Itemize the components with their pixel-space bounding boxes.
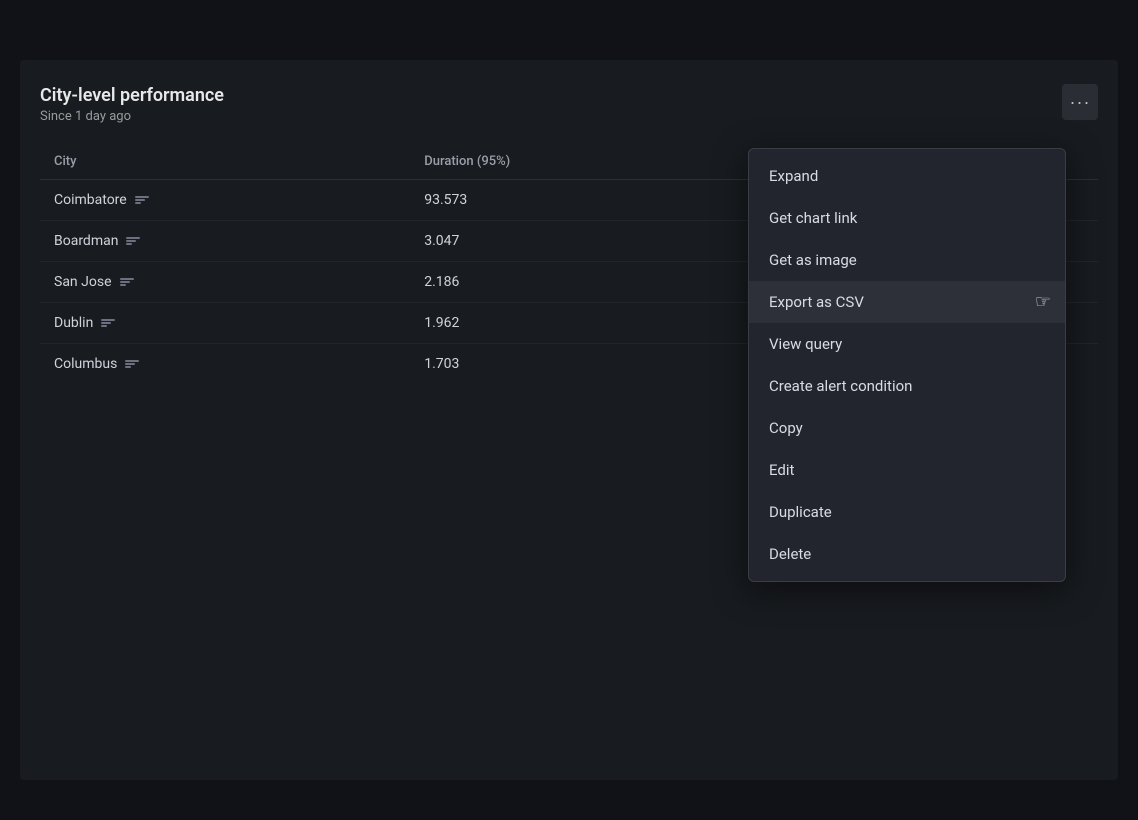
ellipsis-icon: ··· — [1070, 92, 1091, 113]
d95-cell: 1.703 — [410, 344, 754, 385]
d95-cell: 2.186 — [410, 262, 754, 303]
panel-header: City-level performance Since 1 day ago ·… — [40, 84, 1098, 124]
city-cell: Boardman — [40, 221, 410, 262]
panel-title: City-level performance — [40, 84, 224, 107]
context-menu-item-export-as-csv[interactable]: Export as CSV☞ — [749, 281, 1065, 323]
city-name: Columbus — [54, 356, 117, 372]
filter-icon[interactable] — [126, 237, 140, 245]
panel-title-group: City-level performance Since 1 day ago — [40, 84, 224, 124]
cursor-pointer-icon: ☞ — [1035, 292, 1051, 313]
d95-cell: 93.573 — [410, 180, 754, 221]
context-menu-item-edit[interactable]: Edit — [749, 449, 1065, 491]
context-menu-item-get-as-image[interactable]: Get as image — [749, 239, 1065, 281]
city-cell: San Jose — [40, 262, 410, 303]
city-cell: Dublin — [40, 303, 410, 344]
city-cell: Columbus — [40, 344, 410, 385]
filter-icon[interactable] — [120, 278, 134, 286]
d95-cell: 1.962 — [410, 303, 754, 344]
panel-subtitle: Since 1 day ago — [40, 109, 224, 124]
context-menu-item-delete[interactable]: Delete — [749, 533, 1065, 575]
col-header-d95: Duration (95%) — [410, 144, 754, 180]
context-menu-item-duplicate[interactable]: Duplicate — [749, 491, 1065, 533]
context-menu-item-create-alert[interactable]: Create alert condition — [749, 365, 1065, 407]
filter-icon[interactable] — [135, 196, 149, 204]
d95-cell: 3.047 — [410, 221, 754, 262]
context-menu: ExpandGet chart linkGet as imageExport a… — [748, 148, 1066, 582]
city-name: San Jose — [54, 274, 112, 290]
context-menu-item-copy[interactable]: Copy — [749, 407, 1065, 449]
city-name: Dublin — [54, 315, 93, 331]
filter-icon[interactable] — [125, 360, 139, 368]
filter-icon[interactable] — [101, 319, 115, 327]
city-name: Boardman — [54, 233, 118, 249]
city-cell: Coimbatore — [40, 180, 410, 221]
panel-menu-button[interactable]: ··· — [1062, 84, 1098, 120]
context-menu-item-get-chart-link[interactable]: Get chart link — [749, 197, 1065, 239]
context-menu-item-expand[interactable]: Expand — [749, 155, 1065, 197]
col-header-city: City — [40, 144, 410, 180]
context-menu-item-view-query[interactable]: View query — [749, 323, 1065, 365]
city-name: Coimbatore — [54, 192, 127, 208]
